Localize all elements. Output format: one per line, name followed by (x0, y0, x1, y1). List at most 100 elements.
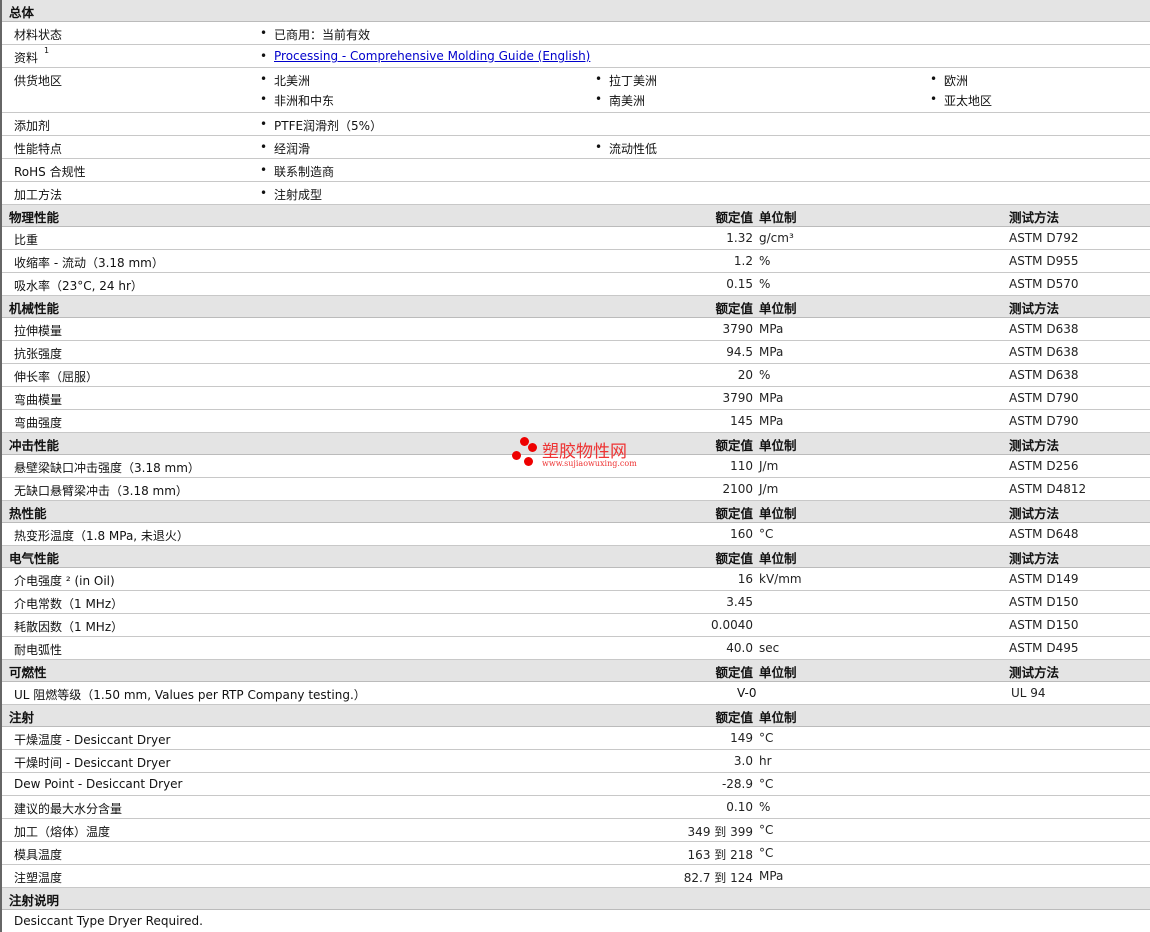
property-row: 伸长率（屈服） 20% ASTM D638 (2, 364, 1150, 387)
property-value: 3.0 (733, 754, 753, 768)
property-name: 耐电弧性 (14, 643, 63, 657)
property-value: 40.0 (726, 641, 753, 655)
test-method: ASTM D150 (1009, 595, 1079, 609)
property-unit: MPa (759, 869, 784, 883)
bullet-text: 非洲和中东 (274, 94, 335, 108)
property-unit: °C (759, 846, 774, 860)
row-label: 供货地区 (14, 74, 63, 88)
section-header: 电气性能 额定值 单位制 测试方法 (2, 546, 1150, 568)
section-title: 总体 (9, 5, 35, 20)
general-row: 供货地区 北美洲 拉丁美洲 欧洲非洲和中东 南美洲 亚太地区 (2, 68, 1150, 113)
property-unit: % (759, 254, 771, 268)
property-row: UL 阻燃等级（1.50 mm, Values per RTP Company … (2, 682, 1150, 705)
note-row: Desiccant Type Dryer Required. (2, 910, 1150, 932)
property-row: 热变形温度（1.8 MPa, 未退火） 160 °C ASTM D648 (2, 523, 1150, 546)
property-unit: g/cm³ (759, 231, 794, 245)
property-row: 吸水率（23°C, 24 hr） 0.15% ASTM D570 (2, 273, 1150, 296)
test-method: ASTM D790 (1009, 391, 1079, 405)
row-label: RoHS 合规性 (14, 165, 86, 179)
test-method: ASTM D638 (1009, 322, 1079, 336)
property-name: 弯曲模量 (14, 393, 63, 407)
section-header: 注射 额定值 单位制 (2, 705, 1150, 727)
test-column-header: 测试方法 (1009, 210, 1060, 225)
property-name: 干燥时间 - Desiccant Dryer (14, 756, 171, 770)
property-unit: % (759, 277, 771, 291)
property-unit: J/m (759, 459, 779, 473)
property-value: 0.10 (726, 800, 753, 814)
test-method: ASTM D792 (1009, 231, 1079, 245)
property-name: UL 阻燃等级（1.50 mm, Values per RTP Company … (14, 688, 366, 702)
section-title: 可燃性 (9, 665, 47, 680)
property-unit: MPa (759, 414, 784, 428)
unit-column-header: 单位制 (759, 551, 797, 566)
section-title: 冲击性能 (9, 438, 60, 453)
property-unit: % (759, 800, 771, 814)
test-method: ASTM D256 (1009, 459, 1079, 473)
property-value: 0.0040 (711, 618, 753, 632)
bullet-text: 北美洲 (274, 74, 311, 88)
document-link[interactable]: Processing - Comprehensive Molding Guide… (274, 49, 590, 63)
test-method: ASTM D4812 (1009, 482, 1087, 496)
row-label: 添加剂 (14, 119, 51, 133)
value-column-header: 额定值 (715, 438, 753, 453)
property-unit: hr (759, 754, 772, 768)
general-row: 材料状态 已商用：当前有效 (2, 22, 1150, 45)
row-label: 性能特点 (14, 142, 63, 156)
property-name: 抗张强度 (14, 347, 63, 361)
bullet-item: 亚太地区 (930, 92, 992, 109)
property-value: 160 (730, 527, 753, 541)
property-name: 比重 (14, 233, 39, 247)
unit-column-header: 单位制 (759, 506, 797, 521)
property-name: 建议的最大水分含量 (14, 802, 123, 816)
section-header: 物理性能 额定值 单位制 测试方法 (2, 205, 1150, 227)
bullet-text: 南美洲 (609, 94, 646, 108)
property-unit: kV/mm (759, 572, 802, 586)
bullet-item: 注射成型 (260, 186, 322, 203)
note-text: Desiccant Type Dryer Required. (14, 914, 203, 928)
general-row: 性能特点 经润滑 流动性低 (2, 136, 1150, 159)
property-unit: MPa (759, 391, 784, 405)
value-column-header: 额定值 (715, 551, 753, 566)
property-name: 耗散因数（1 MHz） (14, 620, 124, 634)
property-unit: % (759, 368, 771, 382)
value-column-header: 额定值 (715, 710, 753, 725)
bullet-text: 注射成型 (274, 188, 323, 202)
section-header: 机械性能 额定值 单位制 测试方法 (2, 296, 1150, 318)
property-name: 伸长率（屈服） (14, 370, 99, 384)
section-title: 物理性能 (9, 210, 60, 225)
property-row: 建议的最大水分含量 0.10% (2, 796, 1150, 819)
general-row: RoHS 合规性 联系制造商 (2, 159, 1150, 182)
property-value: -28.9 (721, 777, 753, 791)
property-value: 16 (737, 572, 753, 586)
property-row: 干燥温度 - Desiccant Dryer 149 °C (2, 727, 1150, 750)
bullet-item: 联系制造商 (260, 163, 334, 180)
property-value: 1.2 (733, 254, 753, 268)
property-row: 加工（熔体）温度 349 到 399 °C (2, 819, 1150, 842)
test-method: ASTM D648 (1009, 527, 1079, 541)
general-row: 加工方法 注射成型 (2, 182, 1150, 205)
bullet-text: 流动性低 (609, 142, 658, 156)
bullet-item: 北美洲 (260, 72, 310, 89)
property-name: 热变形温度（1.8 MPa, 未退火） (14, 529, 189, 543)
test-method: ASTM D495 (1009, 641, 1079, 655)
test-method: ASTM D150 (1009, 618, 1079, 632)
general-row: 添加剂 PTFE润滑剂（5%） (2, 113, 1150, 136)
property-row: 弯曲模量 3790 MPa ASTM D790 (2, 387, 1150, 410)
general-row: 资料 1 Processing - Comprehensive Molding Gu… (2, 45, 1150, 68)
row-label: 材料状态 (14, 28, 63, 42)
test-method: ASTM D570 (1009, 277, 1079, 291)
section-header-general: 总体 (2, 0, 1150, 22)
property-row: 比重 1.32 g/cm³ ASTM D792 (2, 227, 1150, 250)
section-header: 可燃性 额定值 单位制 测试方法 (2, 660, 1150, 682)
section-title: 热性能 (9, 506, 47, 521)
section-title: 注射说明 (9, 893, 60, 908)
property-unit: MPa (759, 345, 784, 359)
property-value: V-0 (737, 686, 757, 700)
row-label: 资料 (14, 51, 39, 65)
property-row: Dew Point - Desiccant Dryer -28.9 °C (2, 773, 1150, 796)
test-column-header: 测试方法 (1009, 438, 1060, 453)
section-title: 机械性能 (9, 301, 60, 316)
bullet-item: 经润滑 (260, 140, 310, 157)
value-column-header: 额定值 (715, 506, 753, 521)
test-column-header: 测试方法 (1009, 551, 1060, 566)
